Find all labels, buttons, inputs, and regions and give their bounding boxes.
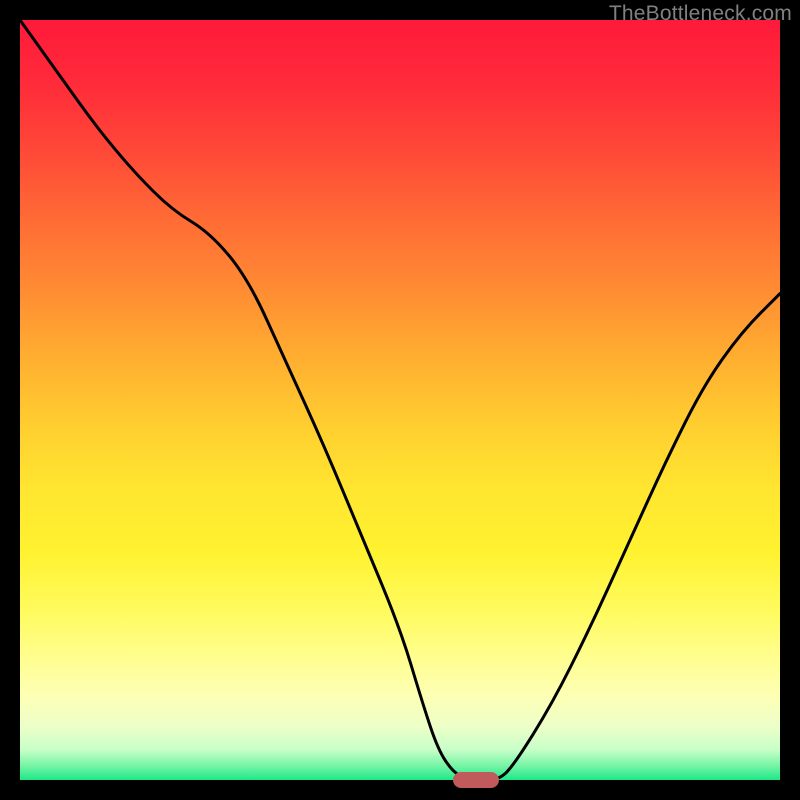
plot-area	[20, 20, 780, 780]
optimal-marker	[453, 772, 499, 787]
curve-path	[20, 20, 780, 780]
bottleneck-curve	[20, 20, 780, 780]
chart-container: TheBottleneck.com	[0, 0, 800, 800]
